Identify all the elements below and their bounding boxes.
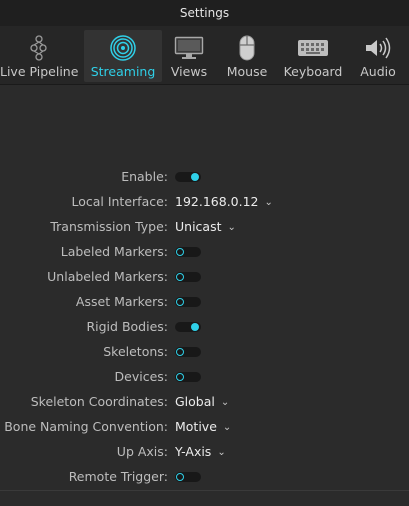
tab-streaming[interactable]: Streaming — [84, 30, 162, 82]
pipeline-icon — [0, 34, 78, 62]
setting-label: Unlabeled Markers: — [47, 269, 168, 284]
speaker-icon — [354, 34, 402, 62]
tab-mouse[interactable]: Mouse — [220, 30, 274, 82]
labeled-markers-toggle[interactable] — [175, 247, 201, 257]
asset-markers-toggle[interactable] — [175, 297, 201, 307]
setting-row-bone-naming-convention: Bone Naming Convention: Motive ⌄ — [0, 417, 409, 437]
tab-views[interactable]: Views — [162, 30, 216, 82]
setting-label: Labeled Markers: — [60, 244, 168, 259]
setting-row-labeled-markers: Labeled Markers: — [0, 242, 409, 262]
setting-label: Devices: — [114, 369, 168, 384]
setting-label: Bone Naming Convention: — [4, 419, 168, 434]
setting-row-devices: Devices: — [0, 367, 409, 387]
bone-naming-convention-dropdown[interactable]: Motive ⌄ — [175, 417, 231, 439]
setting-label: Local Interface: — [71, 194, 168, 209]
mouse-icon — [220, 34, 274, 62]
setting-row-local-interface: Local Interface: 192.168.0.12 ⌄ — [0, 192, 409, 212]
bottom-divider — [0, 490, 409, 506]
enable-toggle[interactable] — [175, 172, 201, 182]
tab-label: Live Pipeline — [0, 64, 79, 79]
tab-audio[interactable]: Audio — [354, 30, 402, 82]
chevron-down-icon: ⌄ — [222, 422, 232, 433]
setting-label: Up Axis: — [116, 444, 168, 459]
chevron-down-icon: ⌄ — [264, 197, 273, 208]
tab-live-pipeline[interactable]: Live Pipeline — [0, 30, 78, 82]
up-axis-dropdown[interactable]: Y-Axis ⌄ — [175, 442, 226, 464]
remote-trigger-toggle[interactable] — [175, 472, 201, 482]
setting-label: Transmission Type: — [50, 219, 168, 234]
tab-label: Audio — [360, 64, 396, 79]
setting-label: Skeleton Coordinates: — [30, 394, 168, 409]
dropdown-value: Y-Axis — [175, 444, 212, 459]
tab-label: Views — [170, 64, 208, 79]
setting-label: Rigid Bodies: — [86, 319, 168, 334]
tab-label: Streaming — [90, 64, 156, 79]
streaming-icon — [84, 34, 162, 62]
setting-row-up-axis: Up Axis: Y-Axis ⌄ — [0, 442, 409, 462]
dropdown-value: Global — [175, 394, 215, 409]
chevron-down-icon: ⌄ — [227, 222, 236, 233]
monitor-icon — [162, 34, 216, 62]
setting-row-skeletons: Skeletons: — [0, 342, 409, 362]
skeleton-coordinates-dropdown[interactable]: Global ⌄ — [175, 392, 229, 414]
dropdown-value: 192.168.0.12 — [175, 194, 259, 209]
window-title: Settings — [0, 0, 409, 26]
tab-label: Keyboard — [283, 64, 343, 79]
setting-row-remote-trigger: Remote Trigger: — [0, 467, 409, 487]
dropdown-value: Motive — [175, 419, 217, 434]
devices-toggle[interactable] — [175, 372, 201, 382]
setting-row-skeleton-coordinates: Skeleton Coordinates: Global ⌄ — [0, 392, 409, 412]
rigid-bodies-toggle[interactable] — [175, 322, 201, 332]
setting-label: Remote Trigger: — [68, 469, 168, 484]
setting-label: Asset Markers: — [75, 294, 168, 309]
setting-row-unlabeled-markers: Unlabeled Markers: — [0, 267, 409, 287]
settings-tab-bar: Live Pipeline Streaming Views Mouse Keyb… — [0, 26, 409, 85]
chevron-down-icon: ⌄ — [220, 397, 230, 408]
setting-row-asset-markers: Asset Markers: — [0, 292, 409, 312]
tab-label: Mouse — [226, 64, 268, 79]
unlabeled-markers-toggle[interactable] — [175, 272, 201, 282]
dropdown-value: Unicast — [175, 219, 222, 234]
setting-label: Enable: — [121, 169, 168, 184]
setting-row-transmission-type: Transmission Type: Unicast ⌄ — [0, 217, 409, 237]
keyboard-icon — [280, 34, 346, 62]
skeletons-toggle[interactable] — [175, 347, 201, 357]
local-interface-dropdown[interactable]: 192.168.0.12 ⌄ — [175, 192, 273, 214]
chevron-down-icon: ⌄ — [217, 447, 226, 458]
setting-row-rigid-bodies: Rigid Bodies: — [0, 317, 409, 337]
streaming-settings-panel: Enable: Local Interface: 192.168.0.12 ⌄ T… — [0, 85, 409, 490]
transmission-type-dropdown[interactable]: Unicast ⌄ — [175, 217, 236, 239]
setting-label: Skeletons: — [103, 344, 168, 359]
setting-row-enable: Enable: — [0, 167, 409, 187]
tab-keyboard[interactable]: Keyboard — [280, 30, 346, 82]
